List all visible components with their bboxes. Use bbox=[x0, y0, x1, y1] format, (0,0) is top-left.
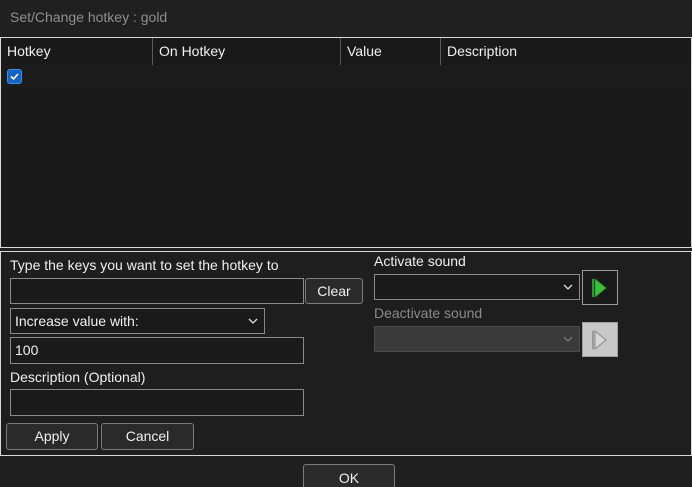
list-header: Hotkey On Hotkey Value Description bbox=[1, 38, 691, 65]
action-select[interactable]: Increase value with: bbox=[10, 308, 265, 334]
value-input[interactable]: 100 bbox=[10, 337, 304, 364]
check-icon bbox=[10, 73, 19, 81]
clear-button[interactable]: Clear bbox=[305, 278, 363, 304]
play-deactivate-sound-button[interactable] bbox=[582, 322, 618, 357]
play-icon bbox=[592, 277, 607, 298]
column-header-on-hotkey[interactable]: On Hotkey bbox=[152, 38, 341, 65]
deactivate-sound-label: Deactivate sound bbox=[374, 305, 483, 321]
column-header-hotkey[interactable]: Hotkey bbox=[1, 38, 153, 65]
hotkey-enabled-checkbox[interactable] bbox=[7, 69, 22, 84]
hotkey-list[interactable]: Hotkey On Hotkey Value Description bbox=[0, 37, 692, 248]
cancel-button[interactable]: Cancel bbox=[101, 423, 194, 450]
activate-sound-label: Activate sound bbox=[374, 253, 466, 269]
chevron-down-icon bbox=[248, 309, 258, 333]
chevron-down-icon bbox=[563, 275, 573, 299]
play-icon bbox=[592, 329, 607, 350]
deactivate-sound-select[interactable] bbox=[374, 326, 580, 352]
column-header-value[interactable]: Value bbox=[340, 38, 440, 65]
title-bar: Set/Change hotkey : gold bbox=[0, 0, 692, 36]
apply-button[interactable]: Apply bbox=[6, 423, 98, 450]
description-label: Description (Optional) bbox=[10, 369, 146, 385]
activate-sound-select[interactable] bbox=[374, 274, 580, 300]
dialog-footer: OK bbox=[0, 458, 692, 487]
column-header-description[interactable]: Description bbox=[440, 38, 691, 65]
hotkey-keys-input[interactable] bbox=[10, 278, 304, 304]
play-activate-sound-button[interactable] bbox=[582, 270, 618, 305]
ok-button[interactable]: OK bbox=[303, 464, 395, 487]
action-select-value: Increase value with: bbox=[15, 313, 139, 329]
chevron-down-icon bbox=[563, 327, 573, 351]
keys-label: Type the keys you want to set the hotkey… bbox=[10, 257, 279, 273]
window-title: Set/Change hotkey : gold bbox=[10, 9, 168, 25]
list-item[interactable] bbox=[1, 65, 691, 87]
description-input[interactable] bbox=[10, 389, 304, 416]
